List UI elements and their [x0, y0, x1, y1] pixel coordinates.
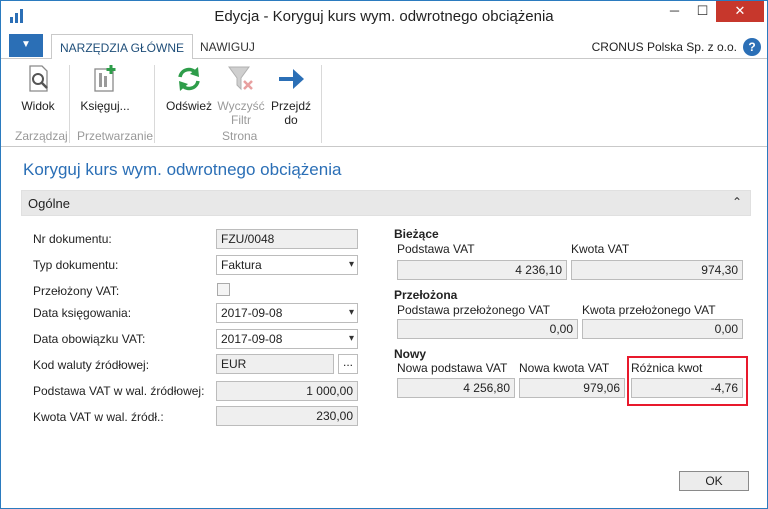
post-label: Księguj...: [80, 99, 130, 113]
group-separator: [69, 65, 70, 143]
view-button[interactable]: Widok: [16, 63, 60, 113]
arrow-right-icon: [279, 69, 304, 89]
currency-lookup-button[interactable]: ...: [338, 354, 358, 374]
group-label-manage: Zarządzaj: [15, 129, 68, 143]
ribbon: Widok Księguj... Odśwież Wyczyść Filtr P…: [1, 59, 767, 147]
company-name: CRONUS Polska Sp. z o.o.: [591, 40, 737, 54]
posting-date-select[interactable]: 2017-09-08 ▾: [216, 303, 358, 323]
group-label-process: Przetwarzanie: [77, 129, 154, 143]
group-label-page: Strona: [222, 129, 258, 143]
close-button[interactable]: ✕: [716, 1, 764, 22]
doc-type-label: Typ dokumentu:: [33, 258, 119, 272]
clear-filter-label-2: Filtr: [231, 113, 251, 127]
chevron-up-icon[interactable]: ⌃: [732, 195, 742, 209]
current-heading: Bieżące: [394, 227, 439, 241]
clear-filter-icon: [228, 66, 253, 91]
tab-home[interactable]: NARZĘDZIA GŁÓWNE: [51, 34, 194, 60]
group-separator: [154, 65, 155, 143]
doc-type-select[interactable]: Faktura ▾: [216, 255, 358, 275]
ribbon-tab-bar: ▼ NARZĘDZIA GŁÓWNE NAWIGUJ CRONUS Polska…: [1, 31, 767, 60]
dialog-window: Edycja - Koryguj kurs wym. odwrotnego ob…: [0, 0, 768, 509]
vat-base-src-label: Podstawa VAT w wal. źródłowej:: [33, 384, 205, 398]
fasttab-label: Ogólne: [28, 196, 70, 211]
help-icon[interactable]: ?: [743, 38, 761, 56]
new-base-field[interactable]: 4 256,80: [397, 378, 515, 398]
doc-no-field[interactable]: FZU/0048: [216, 229, 358, 249]
posting-date-value: 2017-09-08: [221, 306, 283, 320]
vat-base-src-field[interactable]: 1 000,00: [216, 381, 358, 401]
refresh-button[interactable]: Odśwież: [164, 63, 214, 113]
chevron-down-icon: ▾: [348, 333, 354, 344]
post-button[interactable]: Księguj...: [77, 63, 133, 113]
doc-type-value: Faktura: [221, 258, 262, 272]
maximize-button[interactable]: ☐: [689, 1, 716, 22]
fasttab-general[interactable]: Ogólne ⌃: [21, 190, 751, 216]
new-base-label: Nowa podstawa VAT: [397, 361, 508, 375]
new-amount-field[interactable]: 979,06: [519, 378, 625, 398]
new-heading: Nowy: [394, 347, 427, 361]
diff-highlight-box: [627, 356, 748, 406]
posting-date-label: Data księgowania:: [33, 306, 132, 320]
currency-label: Kod waluty źródłowej:: [33, 358, 150, 372]
clear-filter-button[interactable]: Wyczyść Filtr: [216, 63, 266, 127]
tab-navigate[interactable]: NAWIGUJ: [192, 34, 263, 60]
vat-amount-src-label: Kwota VAT w wal. źródł.:: [33, 410, 164, 424]
minimize-button[interactable]: ─: [661, 1, 688, 22]
group-separator: [321, 65, 322, 143]
post-icon: [94, 65, 116, 92]
page-title: Koryguj kurs wym. odwrotnego obciążenia: [23, 160, 342, 179]
goto-label-2: do: [284, 113, 298, 127]
vat-amount-src-field[interactable]: 230,00: [216, 406, 358, 426]
vat-translated-checkbox[interactable]: [217, 283, 230, 296]
doc-no-label: Nr dokumentu:: [33, 232, 112, 246]
view-label: Widok: [21, 99, 55, 113]
refresh-icon: [178, 67, 200, 91]
ok-button[interactable]: OK: [679, 471, 749, 491]
view-icon: [29, 65, 48, 92]
current-base-field[interactable]: 4 236,10: [397, 260, 567, 280]
window-title: Edycja - Koryguj kurs wym. odwrotnego ob…: [214, 8, 554, 25]
translated-amount-label: Kwota przełożonego VAT: [582, 303, 716, 317]
title-bar: Edycja - Koryguj kurs wym. odwrotnego ob…: [1, 1, 767, 31]
goto-button[interactable]: Przejdź do: [267, 63, 315, 127]
chevron-down-icon: ▾: [348, 307, 354, 318]
vat-date-value: 2017-09-08: [221, 332, 283, 346]
translated-base-label: Podstawa przełożonego VAT: [397, 303, 550, 317]
current-base-label: Podstawa VAT: [397, 242, 475, 256]
current-amount-field[interactable]: 974,30: [571, 260, 743, 280]
vat-date-label: Data obowiązku VAT:: [33, 332, 146, 346]
refresh-label: Odśwież: [165, 99, 212, 113]
clear-filter-label-1: Wyczyść: [217, 99, 265, 113]
new-amount-label: Nowa kwota VAT: [519, 361, 610, 375]
translated-amount-field[interactable]: 0,00: [582, 319, 743, 339]
vat-date-select[interactable]: 2017-09-08 ▾: [216, 329, 358, 349]
current-amount-label: Kwota VAT: [571, 242, 630, 256]
vat-translated-label: Przełożony VAT:: [33, 284, 120, 298]
app-menu-button[interactable]: ▼: [9, 34, 43, 57]
translated-heading: Przełożona: [394, 288, 458, 302]
translated-base-field[interactable]: 0,00: [397, 319, 578, 339]
chevron-down-icon: ▾: [348, 259, 354, 270]
currency-field[interactable]: EUR: [216, 354, 334, 374]
goto-label-1: Przejdź: [270, 99, 311, 113]
